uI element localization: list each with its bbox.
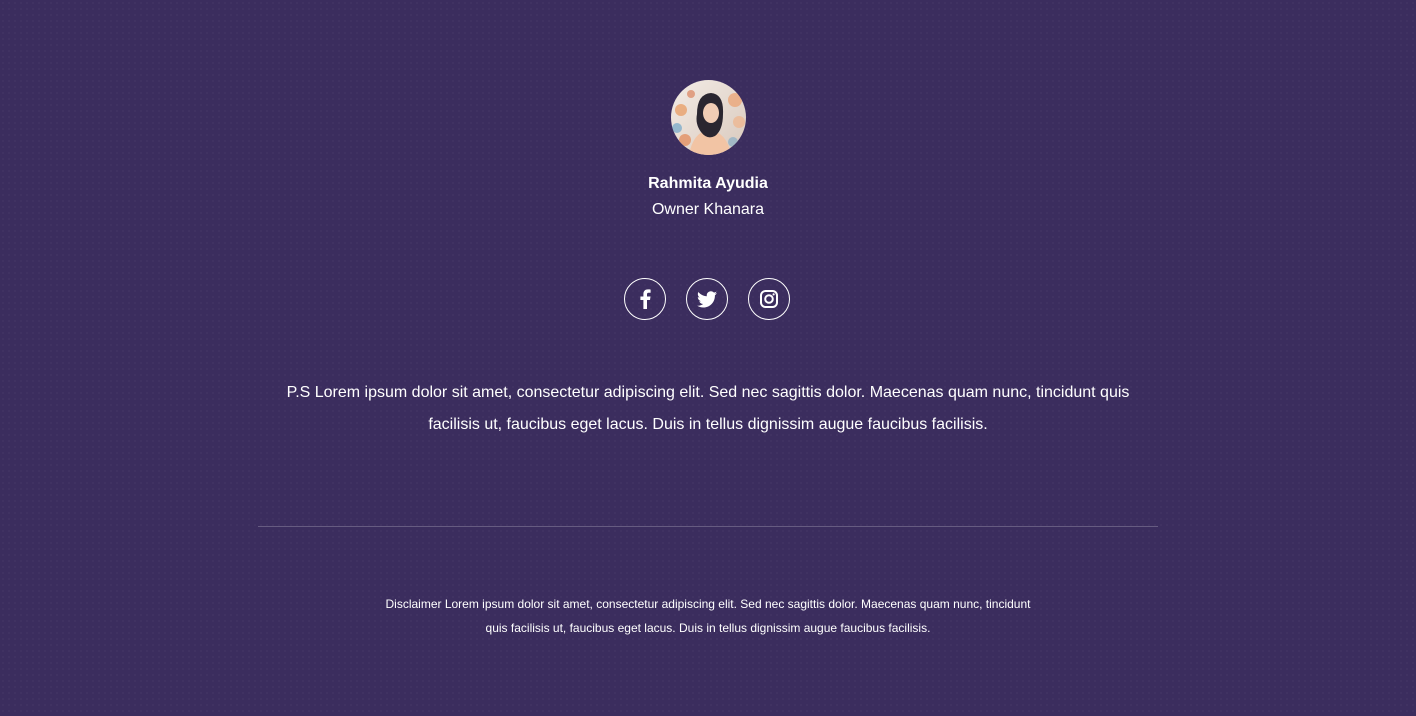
facebook-icon [640, 289, 651, 309]
social-links [624, 278, 794, 322]
profile-name: Rahmita Ayudia [648, 175, 768, 192]
profile-role: Owner Khanara [651, 201, 765, 218]
instagram-icon [760, 290, 778, 308]
disclaimer-text: Disclaimer Lorem ipsum dolor sit amet, c… [385, 597, 1031, 635]
facebook-link[interactable] [624, 278, 666, 320]
avatar [671, 80, 746, 155]
twitter-link[interactable] [686, 278, 728, 320]
twitter-icon [697, 290, 717, 307]
ps-message: P.S Lorem ipsum dolor sit amet, consecte… [286, 384, 1130, 433]
divider [258, 526, 1158, 527]
instagram-link[interactable] [748, 278, 790, 320]
